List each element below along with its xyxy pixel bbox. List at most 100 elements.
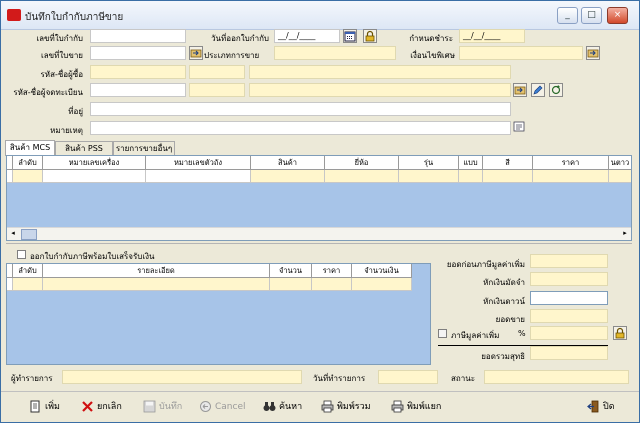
receipt-checkbox-label: ออกใบกำกับภาษีพร้อมใบเสร็จรับเงิน	[30, 252, 155, 261]
tab-pss[interactable]: สินค้า PSS	[55, 141, 113, 155]
edit-pen-icon[interactable]	[531, 83, 545, 97]
search-button[interactable]: ค้นหา	[263, 399, 302, 415]
col-price[interactable]: ราคา	[312, 264, 352, 278]
vat-checkbox[interactable]	[438, 329, 447, 338]
col-model[interactable]: รุ่น	[399, 156, 459, 170]
col-amount[interactable]: จำนวนเงิน	[352, 264, 412, 278]
maximize-button[interactable]: □	[581, 7, 602, 24]
issue-date-label: วันที่ออกใบกำกับ	[211, 34, 269, 43]
save-icon	[143, 400, 156, 413]
cancel-button[interactable]: Cancel	[199, 399, 246, 415]
calendar-icon[interactable]	[343, 29, 357, 43]
status-label: สถานะ	[451, 374, 475, 383]
deposit-field[interactable]	[530, 272, 608, 286]
special-cond-field[interactable]	[459, 46, 583, 60]
red-x-icon	[81, 400, 94, 413]
grand-total-field[interactable]	[530, 346, 608, 360]
add-button[interactable]: เพิ่ม	[29, 399, 60, 415]
binoculars-icon	[263, 400, 276, 413]
cancel-doc-button[interactable]: ยกเลิก	[81, 399, 122, 415]
close-button[interactable]: ปิด	[587, 399, 615, 415]
refresh-icon[interactable]	[549, 83, 563, 97]
cancel-undo-icon	[199, 400, 212, 413]
col-brand[interactable]: ยี่ห้อ	[325, 156, 399, 170]
special-cond-label: เงื่อนไขพิเศษ	[410, 51, 455, 60]
col-engine-no[interactable]: หมายเลขเครื่อง	[43, 156, 146, 170]
vat-pct-label: %	[518, 329, 526, 338]
receipt-grid[interactable]: ลำดับ รายละเอียด จำนวน ราคา จำนวนเงิน	[6, 263, 431, 365]
status-field	[484, 370, 629, 384]
table-row[interactable]	[7, 170, 631, 183]
address-field[interactable]	[90, 102, 511, 116]
col-color[interactable]: สี	[483, 156, 533, 170]
horizontal-scrollbar[interactable]: ◂ ▸	[7, 227, 631, 240]
tab-other-sales[interactable]: รายการขายอื่นๆ	[113, 141, 175, 155]
tab-mcs[interactable]: สินค้า MCS	[5, 140, 55, 156]
vat-label: ภาษีมูลค่าเพิ่ม	[451, 331, 500, 340]
buyer-prefix-field[interactable]	[189, 65, 245, 79]
minimize-button[interactable]: _	[557, 7, 578, 24]
vat-field[interactable]	[530, 326, 608, 340]
lookup-cond-icon[interactable]	[586, 46, 600, 60]
doc-no-field[interactable]	[90, 29, 186, 43]
record-info-bar: ผู้ทำรายการ วันที่ทำรายการ สถานะ	[1, 367, 639, 389]
window-title: บันทึกใบกำกับภาษีขาย	[25, 12, 124, 23]
lookup-registrant-icon[interactable]	[513, 83, 527, 97]
col-seq[interactable]: ลำดับ	[13, 156, 43, 170]
receipt-checkbox[interactable]	[17, 250, 26, 259]
registrant-code-field[interactable]	[90, 83, 186, 97]
col-description[interactable]: รายละเอียด	[43, 264, 270, 278]
recorder-field	[62, 370, 302, 384]
issue-date-field[interactable]: __/__/____	[274, 29, 340, 43]
col-extra[interactable]: นตาว	[609, 156, 631, 170]
buyer-code-field[interactable]	[90, 65, 186, 79]
record-date-label: วันที่ทำรายการ	[313, 374, 366, 383]
col-type[interactable]: แบบ	[459, 156, 483, 170]
scroll-right-icon[interactable]: ▸	[620, 229, 630, 238]
vat-lock-icon[interactable]	[613, 326, 627, 340]
registrant-name-field[interactable]	[249, 83, 511, 97]
printer-icon	[321, 400, 334, 413]
lookup-sale-icon[interactable]	[189, 46, 203, 60]
buyer-label: รหัส-ชื่อผู้ซื้อ	[40, 70, 84, 79]
exit-door-icon	[587, 400, 600, 413]
sale-no-label: เลขที่ใบขาย	[40, 51, 83, 60]
note-editor-icon[interactable]	[513, 120, 527, 134]
address-label: ที่อยู่	[68, 107, 83, 116]
new-document-icon	[29, 400, 42, 413]
note-field[interactable]	[90, 121, 511, 135]
sale-type-field[interactable]	[274, 46, 396, 60]
items-grid[interactable]: ลำดับ หมายเลขเครื่อง หมายเลขตัวถัง สินค้…	[6, 155, 632, 241]
due-date-field[interactable]: __/__/____	[459, 29, 525, 43]
scroll-thumb[interactable]	[21, 229, 37, 240]
app-icon	[7, 9, 21, 21]
col-price[interactable]: ราคา	[533, 156, 609, 170]
col-qty[interactable]: จำนวน	[270, 264, 312, 278]
print-all-button[interactable]: พิมพ์รวม	[321, 399, 371, 415]
sale-total-field[interactable]	[530, 309, 608, 323]
title-bar: บันทึกใบกำกับภาษีขาย _ □ ×	[1, 1, 639, 30]
col-product[interactable]: สินค้า	[251, 156, 325, 170]
items-grid-header: ลำดับ หมายเลขเครื่อง หมายเลขตัวถัง สินค้…	[7, 156, 631, 170]
doc-no-label: เลขที่ใบกำกับ	[36, 34, 83, 43]
sale-no-field[interactable]	[90, 46, 186, 60]
print-split-button[interactable]: พิมพ์แยก	[391, 399, 441, 415]
col-chassis-no[interactable]: หมายเลขตัวถัง	[146, 156, 251, 170]
sale-type-label: ประเภทการขาย	[204, 51, 260, 60]
down-label: หักเงินดาวน์	[483, 297, 525, 306]
divider	[6, 243, 632, 244]
col-seq[interactable]: ลำดับ	[13, 264, 43, 278]
sale-total-label: ยอดขาย	[495, 315, 525, 324]
close-window-button[interactable]: ×	[607, 7, 628, 24]
down-field[interactable]	[530, 291, 608, 305]
scroll-left-icon[interactable]: ◂	[8, 229, 18, 238]
registrant-prefix-field[interactable]	[189, 83, 245, 97]
lock-icon[interactable]	[363, 29, 377, 43]
recorder-label: ผู้ทำรายการ	[11, 374, 53, 383]
before-vat-field[interactable]	[530, 254, 608, 268]
table-row[interactable]	[7, 278, 412, 291]
save-button[interactable]: บันทึก	[143, 399, 182, 415]
grand-total-label: ยอดรวมสุทธิ	[481, 352, 525, 361]
receipt-grid-header: ลำดับ รายละเอียด จำนวน ราคา จำนวนเงิน	[7, 264, 412, 278]
buyer-name-field[interactable]	[249, 65, 511, 79]
